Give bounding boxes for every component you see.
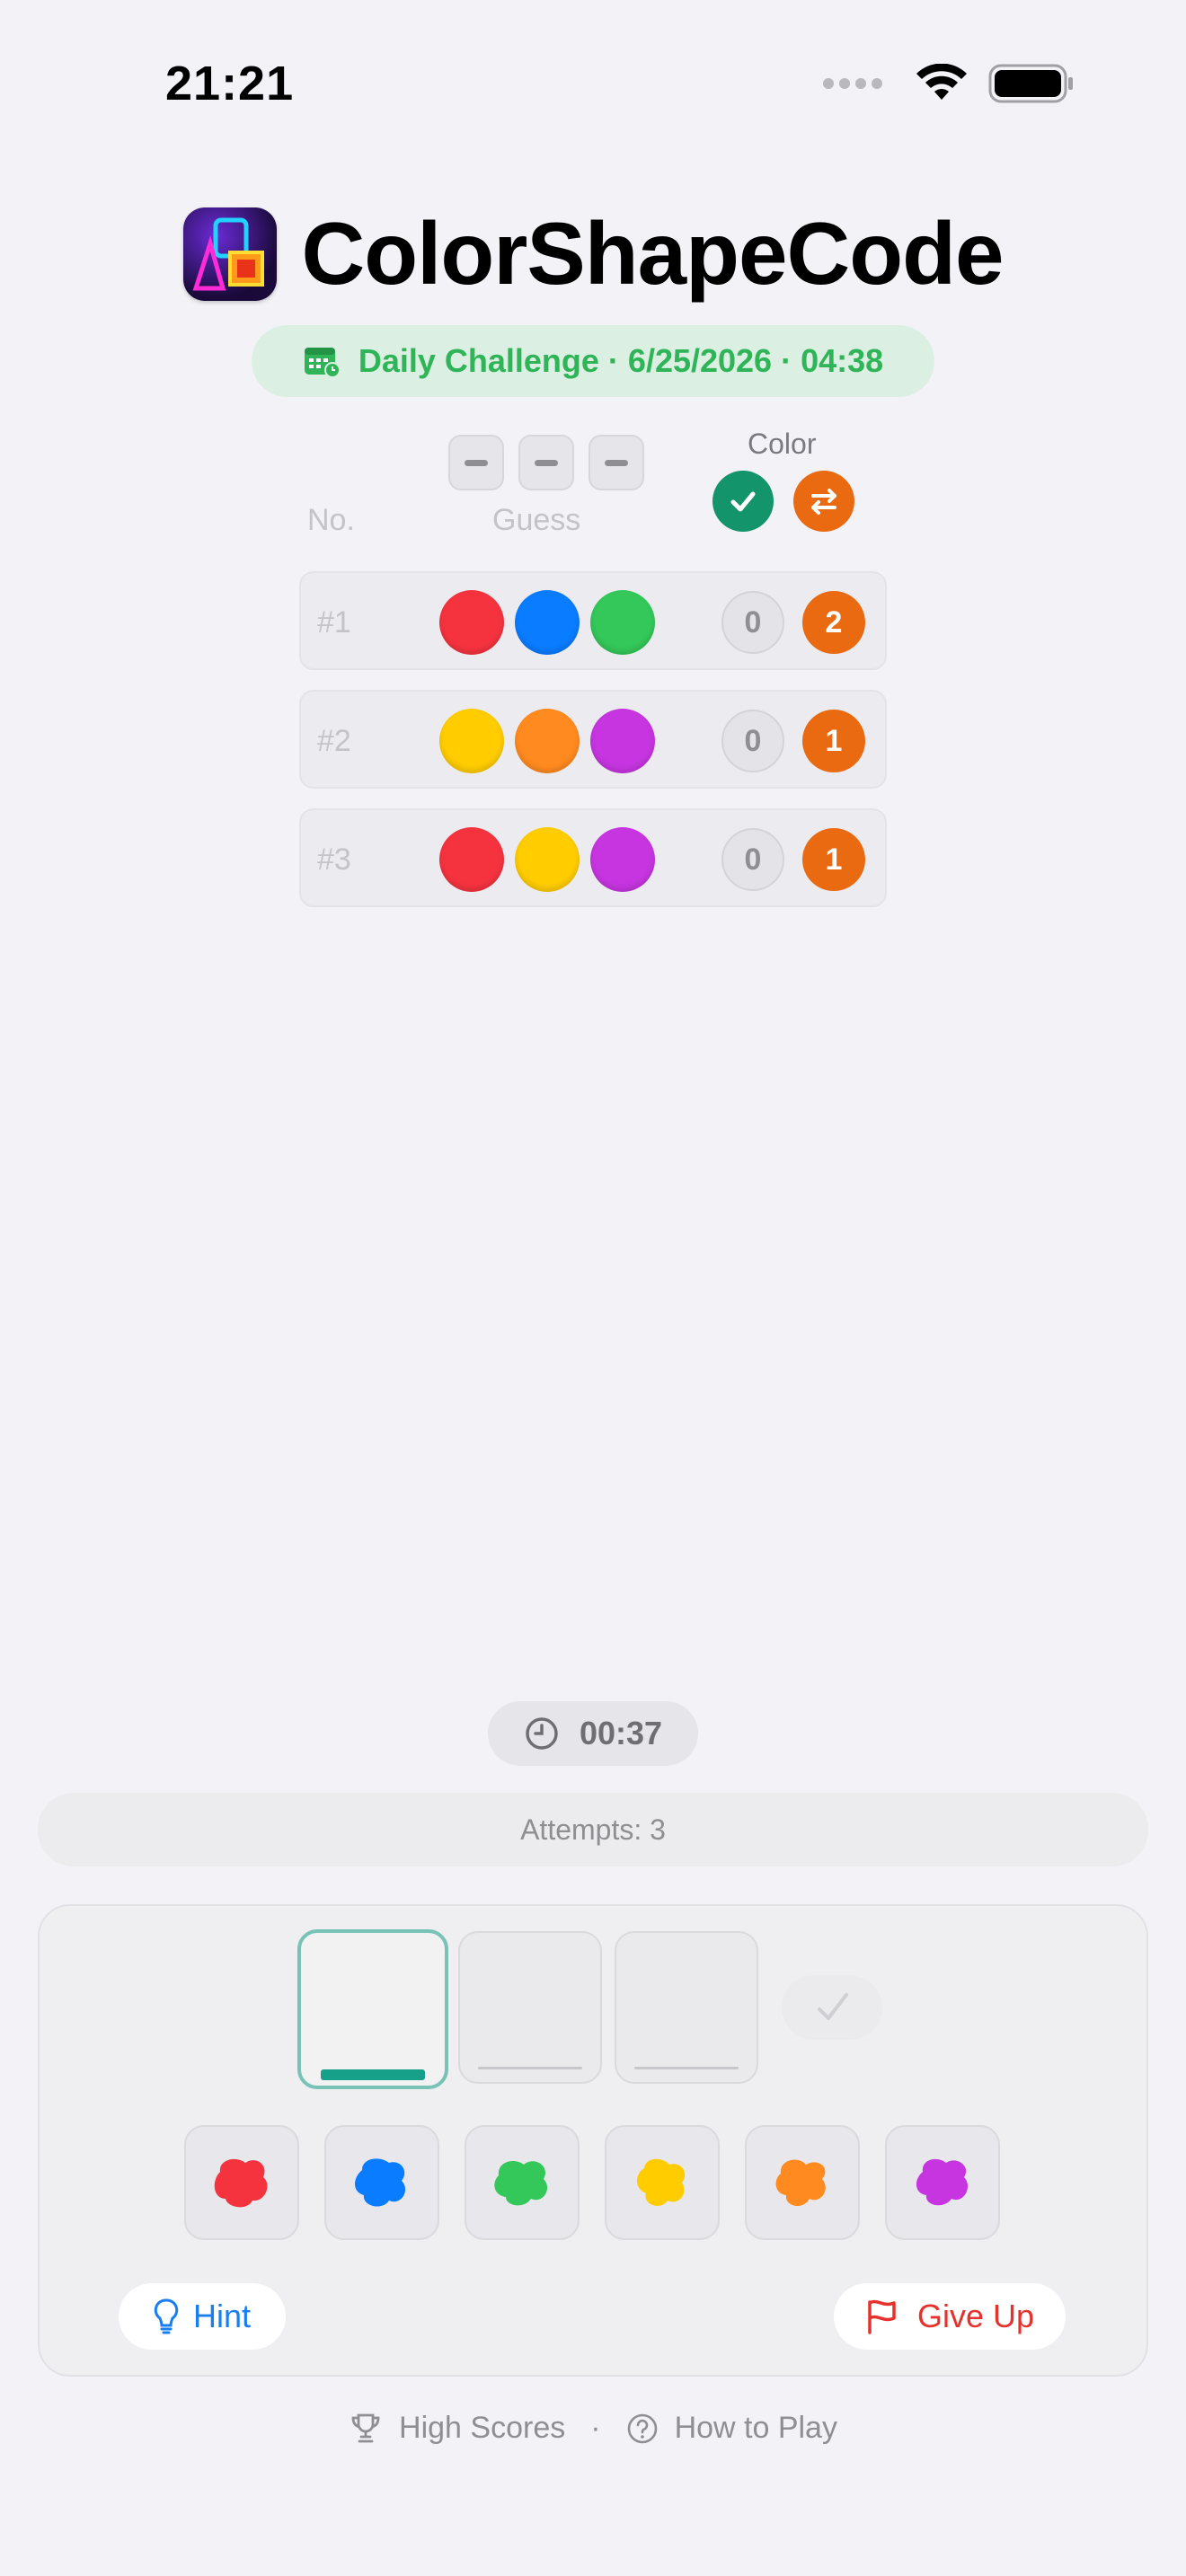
signal-icon xyxy=(823,78,882,89)
green-blob-icon xyxy=(494,2161,548,2206)
guess-number: #2 xyxy=(317,724,351,758)
guess-row: #3 0 1 xyxy=(299,808,887,907)
peg-purple xyxy=(590,827,655,892)
correct-count: 0 xyxy=(721,710,784,772)
lightbulb-icon xyxy=(154,2298,179,2334)
blue-blob-icon xyxy=(355,2158,406,2207)
empty-slot-dash xyxy=(589,435,644,490)
battery-icon xyxy=(988,64,1073,103)
empty-slot-dash xyxy=(518,435,574,490)
give-up-label: Give Up xyxy=(916,2298,1035,2334)
status-icons xyxy=(823,63,1075,104)
color-option-red[interactable] xyxy=(184,2125,299,2240)
timer-value: 00:37 xyxy=(579,1715,663,1751)
correct-position-icon xyxy=(712,471,774,532)
color-option-purple[interactable] xyxy=(885,2125,1000,2240)
input-slot-1[interactable] xyxy=(297,1929,448,2089)
input-slot-2[interactable] xyxy=(458,1931,602,2084)
red-blob-icon xyxy=(214,2158,268,2208)
flag-icon xyxy=(868,2299,896,2334)
color-option-orange[interactable] xyxy=(745,2125,860,2240)
peg-purple xyxy=(590,709,655,773)
wrong-position-icon xyxy=(793,471,854,532)
guess-row: #2 0 1 xyxy=(299,690,887,789)
attempts-counter: Attempts: 3 xyxy=(38,1793,1148,1866)
guess-placeholder-slots xyxy=(448,435,644,490)
footer-links: High Scores · How to Play xyxy=(0,2411,1186,2446)
calendar-clock-icon xyxy=(304,348,341,378)
wifi-icon xyxy=(916,64,967,100)
submit-guess-button[interactable] xyxy=(782,1975,882,2040)
guess-row: #1 0 2 xyxy=(299,571,887,670)
color-option-green[interactable] xyxy=(465,2125,580,2240)
trophy-icon xyxy=(351,2413,380,2442)
color-option-yellow[interactable] xyxy=(605,2125,720,2240)
peg-red xyxy=(439,590,504,655)
peg-yellow xyxy=(515,827,580,892)
checkmark-icon xyxy=(818,1993,848,2020)
misplaced-count: 1 xyxy=(802,710,865,772)
daily-challenge-label: Daily Challenge · 6/25/2026 · 04:38 xyxy=(358,342,884,379)
app-logo-icon xyxy=(182,207,277,301)
status-time: 21:21 xyxy=(165,57,295,110)
question-circle-icon xyxy=(627,2413,657,2443)
color-option-blue[interactable] xyxy=(324,2125,439,2240)
peg-blue xyxy=(515,590,580,655)
peg-yellow xyxy=(439,709,504,773)
number-column-header: No. xyxy=(307,503,355,537)
peg-green xyxy=(590,590,655,655)
footer-separator: · xyxy=(590,2411,601,2445)
hint-label: Hint xyxy=(192,2298,252,2334)
timer: 00:37 xyxy=(488,1701,698,1766)
correct-count: 0 xyxy=(721,828,784,891)
color-column-header: Color xyxy=(748,428,817,460)
input-slot-3[interactable] xyxy=(615,1931,758,2084)
app-header: ColorShapeCode xyxy=(0,203,1186,304)
daily-challenge-badge: Daily Challenge · 6/25/2026 · 04:38 xyxy=(252,325,934,397)
app-title: ColorShapeCode xyxy=(301,204,1005,303)
purple-blob-icon xyxy=(916,2158,969,2206)
guess-number: #3 xyxy=(317,842,351,877)
correct-count: 0 xyxy=(721,591,784,654)
peg-orange xyxy=(515,709,580,773)
how-to-play-link[interactable]: How to Play xyxy=(675,2411,837,2446)
empty-slot-dash xyxy=(448,435,504,490)
high-scores-link[interactable]: High Scores xyxy=(399,2411,565,2446)
orange-blob-icon xyxy=(775,2159,826,2207)
clock-icon xyxy=(526,1717,558,1750)
yellow-blob-icon xyxy=(637,2158,686,2206)
peg-red xyxy=(439,827,504,892)
guess-column-header: Guess xyxy=(492,503,581,537)
misplaced-count: 2 xyxy=(802,591,865,654)
hint-button[interactable]: Hint xyxy=(119,2283,286,2350)
give-up-button[interactable]: Give Up xyxy=(834,2283,1066,2350)
misplaced-count: 1 xyxy=(802,828,865,891)
guess-number: #1 xyxy=(317,605,351,640)
